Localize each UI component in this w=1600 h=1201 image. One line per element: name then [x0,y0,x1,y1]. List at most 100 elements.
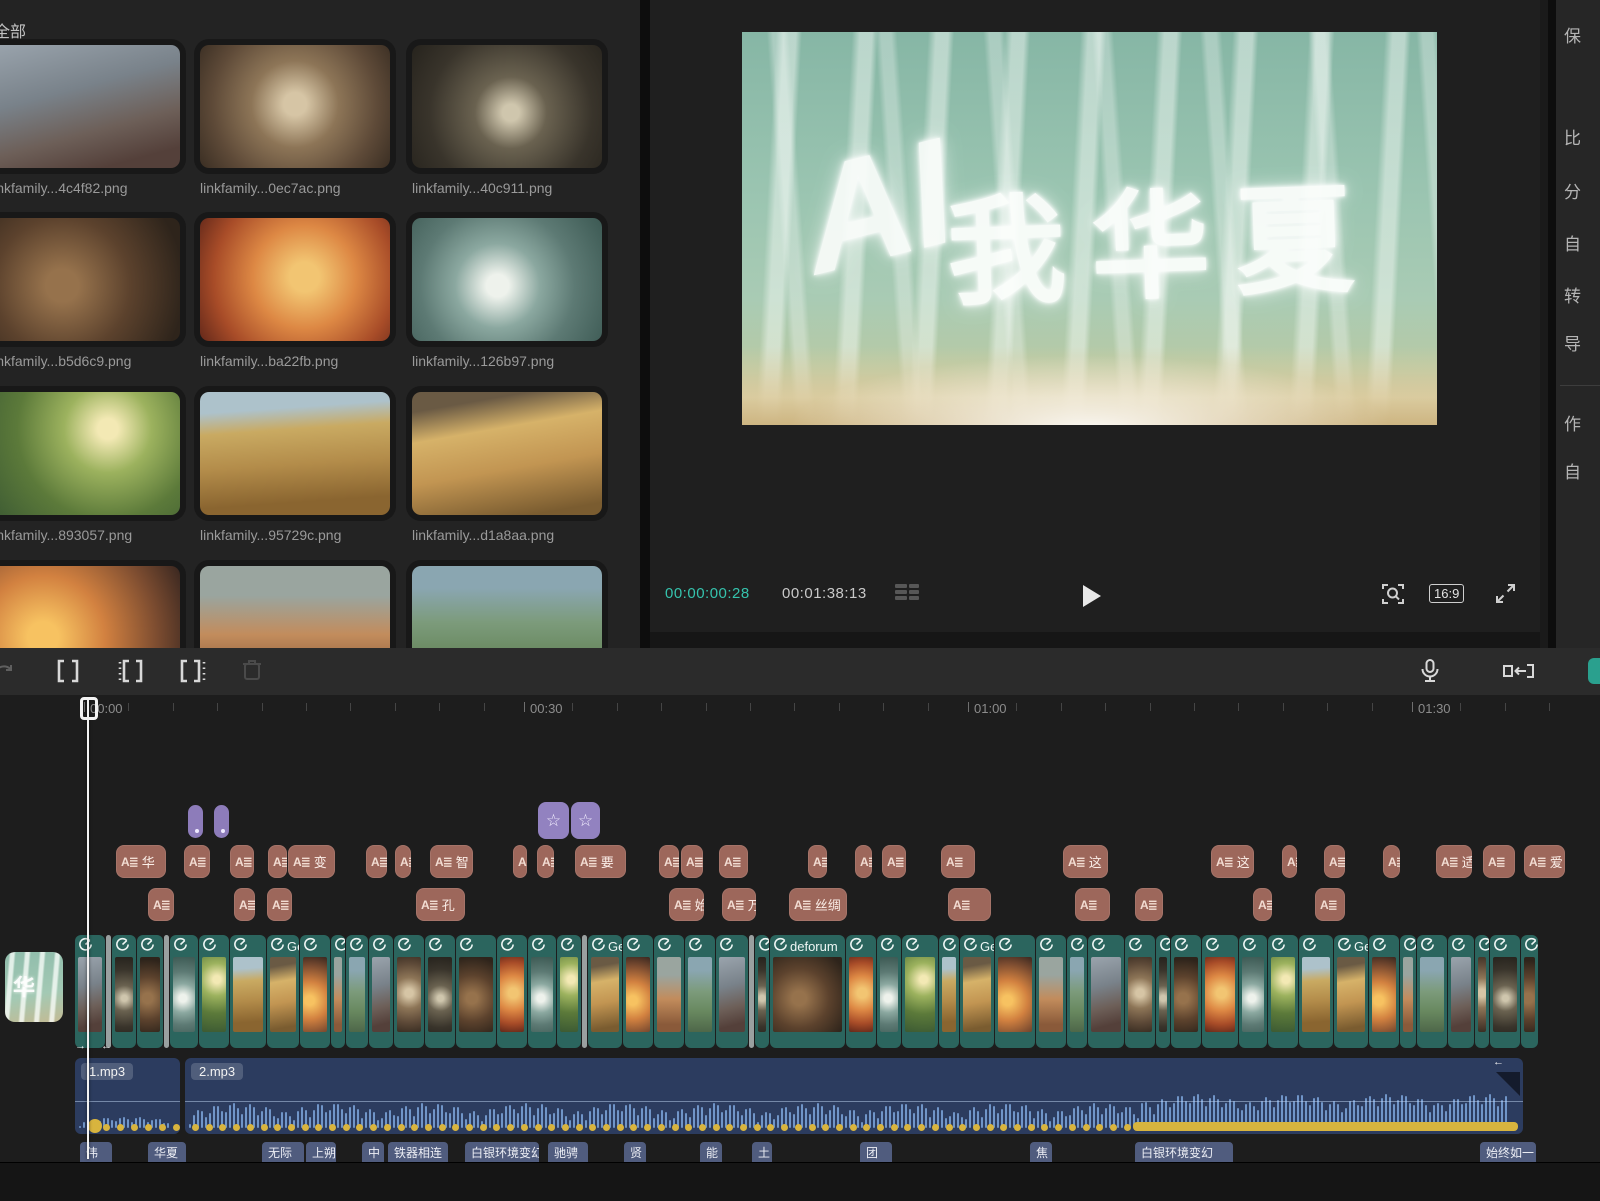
beat-band[interactable] [1133,1122,1518,1131]
beat-marker[interactable] [521,1124,528,1131]
media-thumbnail[interactable] [200,45,390,168]
beat-marker[interactable] [329,1124,336,1131]
redo-icon[interactable] [0,659,16,683]
video-clip[interactable] [654,935,684,1048]
video-clip[interactable] [1521,935,1538,1048]
video-clip[interactable] [995,935,1035,1048]
media-filter-all[interactable]: 全部 [0,18,26,42]
beat-marker[interactable] [535,1124,542,1131]
video-clip[interactable] [1171,935,1201,1048]
video-clip[interactable] [199,935,229,1048]
beat-marker[interactable] [562,1124,569,1131]
beat-marker[interactable] [145,1124,152,1131]
text-clip[interactable]: A≣ [267,888,292,921]
video-clip[interactable] [557,935,581,1048]
video-clip[interactable]: Ge [1334,935,1368,1048]
effect-clip[interactable] [214,805,229,838]
beat-marker[interactable] [261,1124,268,1131]
video-clip[interactable] [300,935,330,1048]
media-thumbnail[interactable] [0,392,180,515]
video-clip[interactable] [230,935,266,1048]
media-item[interactable]: linkfamily...893057.png [0,392,180,543]
beat-marker[interactable] [173,1124,180,1131]
delete-icon[interactable] [240,657,264,683]
video-clip[interactable] [106,935,111,1048]
beat-marker[interactable] [88,1119,102,1133]
effect-clip[interactable] [188,805,203,838]
beat-marker[interactable] [754,1124,761,1131]
beat-marker[interactable] [946,1124,953,1131]
beat-marker[interactable] [672,1124,679,1131]
beat-marker[interactable] [617,1124,624,1131]
beat-marker[interactable] [343,1124,350,1131]
beat-marker[interactable] [370,1124,377,1131]
beat-marker[interactable] [767,1124,774,1131]
video-clip[interactable]: Ge [588,935,622,1048]
sidebar-item[interactable]: 自 [1564,230,1581,255]
video-clip[interactable] [1490,935,1520,1048]
video-clip[interactable] [170,935,198,1048]
beat-marker[interactable] [726,1124,733,1131]
beat-marker[interactable] [548,1124,555,1131]
text-clip[interactable]: A≣智 [430,845,473,878]
text-clip[interactable]: A≣这 [1211,845,1254,878]
video-clip[interactable] [1475,935,1489,1048]
text-clip[interactable]: A≣丝绸 [789,888,847,921]
beat-marker[interactable] [274,1124,281,1131]
beat-marker[interactable] [603,1124,610,1131]
beat-marker[interactable] [781,1124,788,1131]
video-clip[interactable] [582,935,587,1048]
text-clip[interactable]: A≣ [659,845,679,878]
playhead-handle[interactable] [80,697,98,720]
beat-marker[interactable] [1014,1124,1021,1131]
text-clip[interactable]: A≣要 [575,845,626,878]
video-viewer[interactable]: AI 我华夏 [742,32,1437,425]
media-item[interactable]: linkfamily...95729c.png [200,392,390,543]
media-thumbnail[interactable] [200,566,390,648]
sidebar-item[interactable]: 自 [1564,458,1581,483]
beat-marker[interactable] [315,1124,322,1131]
text-clip[interactable]: A≣这 [1063,845,1108,878]
video-clip[interactable] [623,935,653,1048]
media-thumbnail[interactable] [412,392,602,515]
beat-marker[interactable] [1096,1124,1103,1131]
beat-marker[interactable] [1028,1124,1035,1131]
beat-marker[interactable] [932,1124,939,1131]
media-item[interactable]: linkfamily...4c4f82.png [0,45,180,196]
beat-marker[interactable] [493,1124,500,1131]
video-clip[interactable] [456,935,496,1048]
video-clip[interactable] [1239,935,1267,1048]
playhead-line[interactable] [87,697,89,1159]
beat-marker[interactable] [973,1124,980,1131]
audio-clip[interactable]: 1.mp3 [75,1058,180,1134]
text-clip[interactable]: A≣ [366,845,387,878]
text-clip[interactable]: A≣爱 [1524,845,1565,878]
media-thumbnail[interactable] [200,218,390,341]
beat-marker[interactable] [103,1124,110,1131]
video-clip[interactable] [164,935,169,1048]
text-clip[interactable]: A≣ [230,845,254,878]
media-item[interactable]: linkfamily...d1a8aa.png [412,392,602,543]
media-item[interactable]: linkfamily...b5d6c9.png [0,218,180,369]
text-clip[interactable]: A≣ [1253,888,1272,921]
record-voiceover-icon[interactable] [1418,657,1442,685]
text-clip[interactable]: A≣ [268,845,287,878]
beat-marker[interactable] [589,1124,596,1131]
fade-handle[interactable] [1496,1072,1520,1096]
beat-marker[interactable] [877,1124,884,1131]
media-thumbnail[interactable] [412,218,602,341]
text-clip[interactable]: A≣ [948,888,991,921]
media-thumbnail[interactable] [412,566,602,648]
beat-marker[interactable] [699,1124,706,1131]
text-clip[interactable]: A≣ [855,845,872,878]
beat-marker[interactable] [159,1124,166,1131]
media-item[interactable]: linkfamily...ba22fb.png [200,218,390,369]
beat-marker[interactable] [356,1124,363,1131]
beat-marker[interactable] [411,1124,418,1131]
video-clip[interactable] [1156,935,1170,1048]
beat-marker[interactable] [1083,1124,1090,1131]
text-clip[interactable]: A≣ [395,845,411,878]
beat-marker[interactable] [398,1124,405,1131]
video-clip[interactable] [902,935,938,1048]
beat-marker[interactable] [302,1124,309,1131]
